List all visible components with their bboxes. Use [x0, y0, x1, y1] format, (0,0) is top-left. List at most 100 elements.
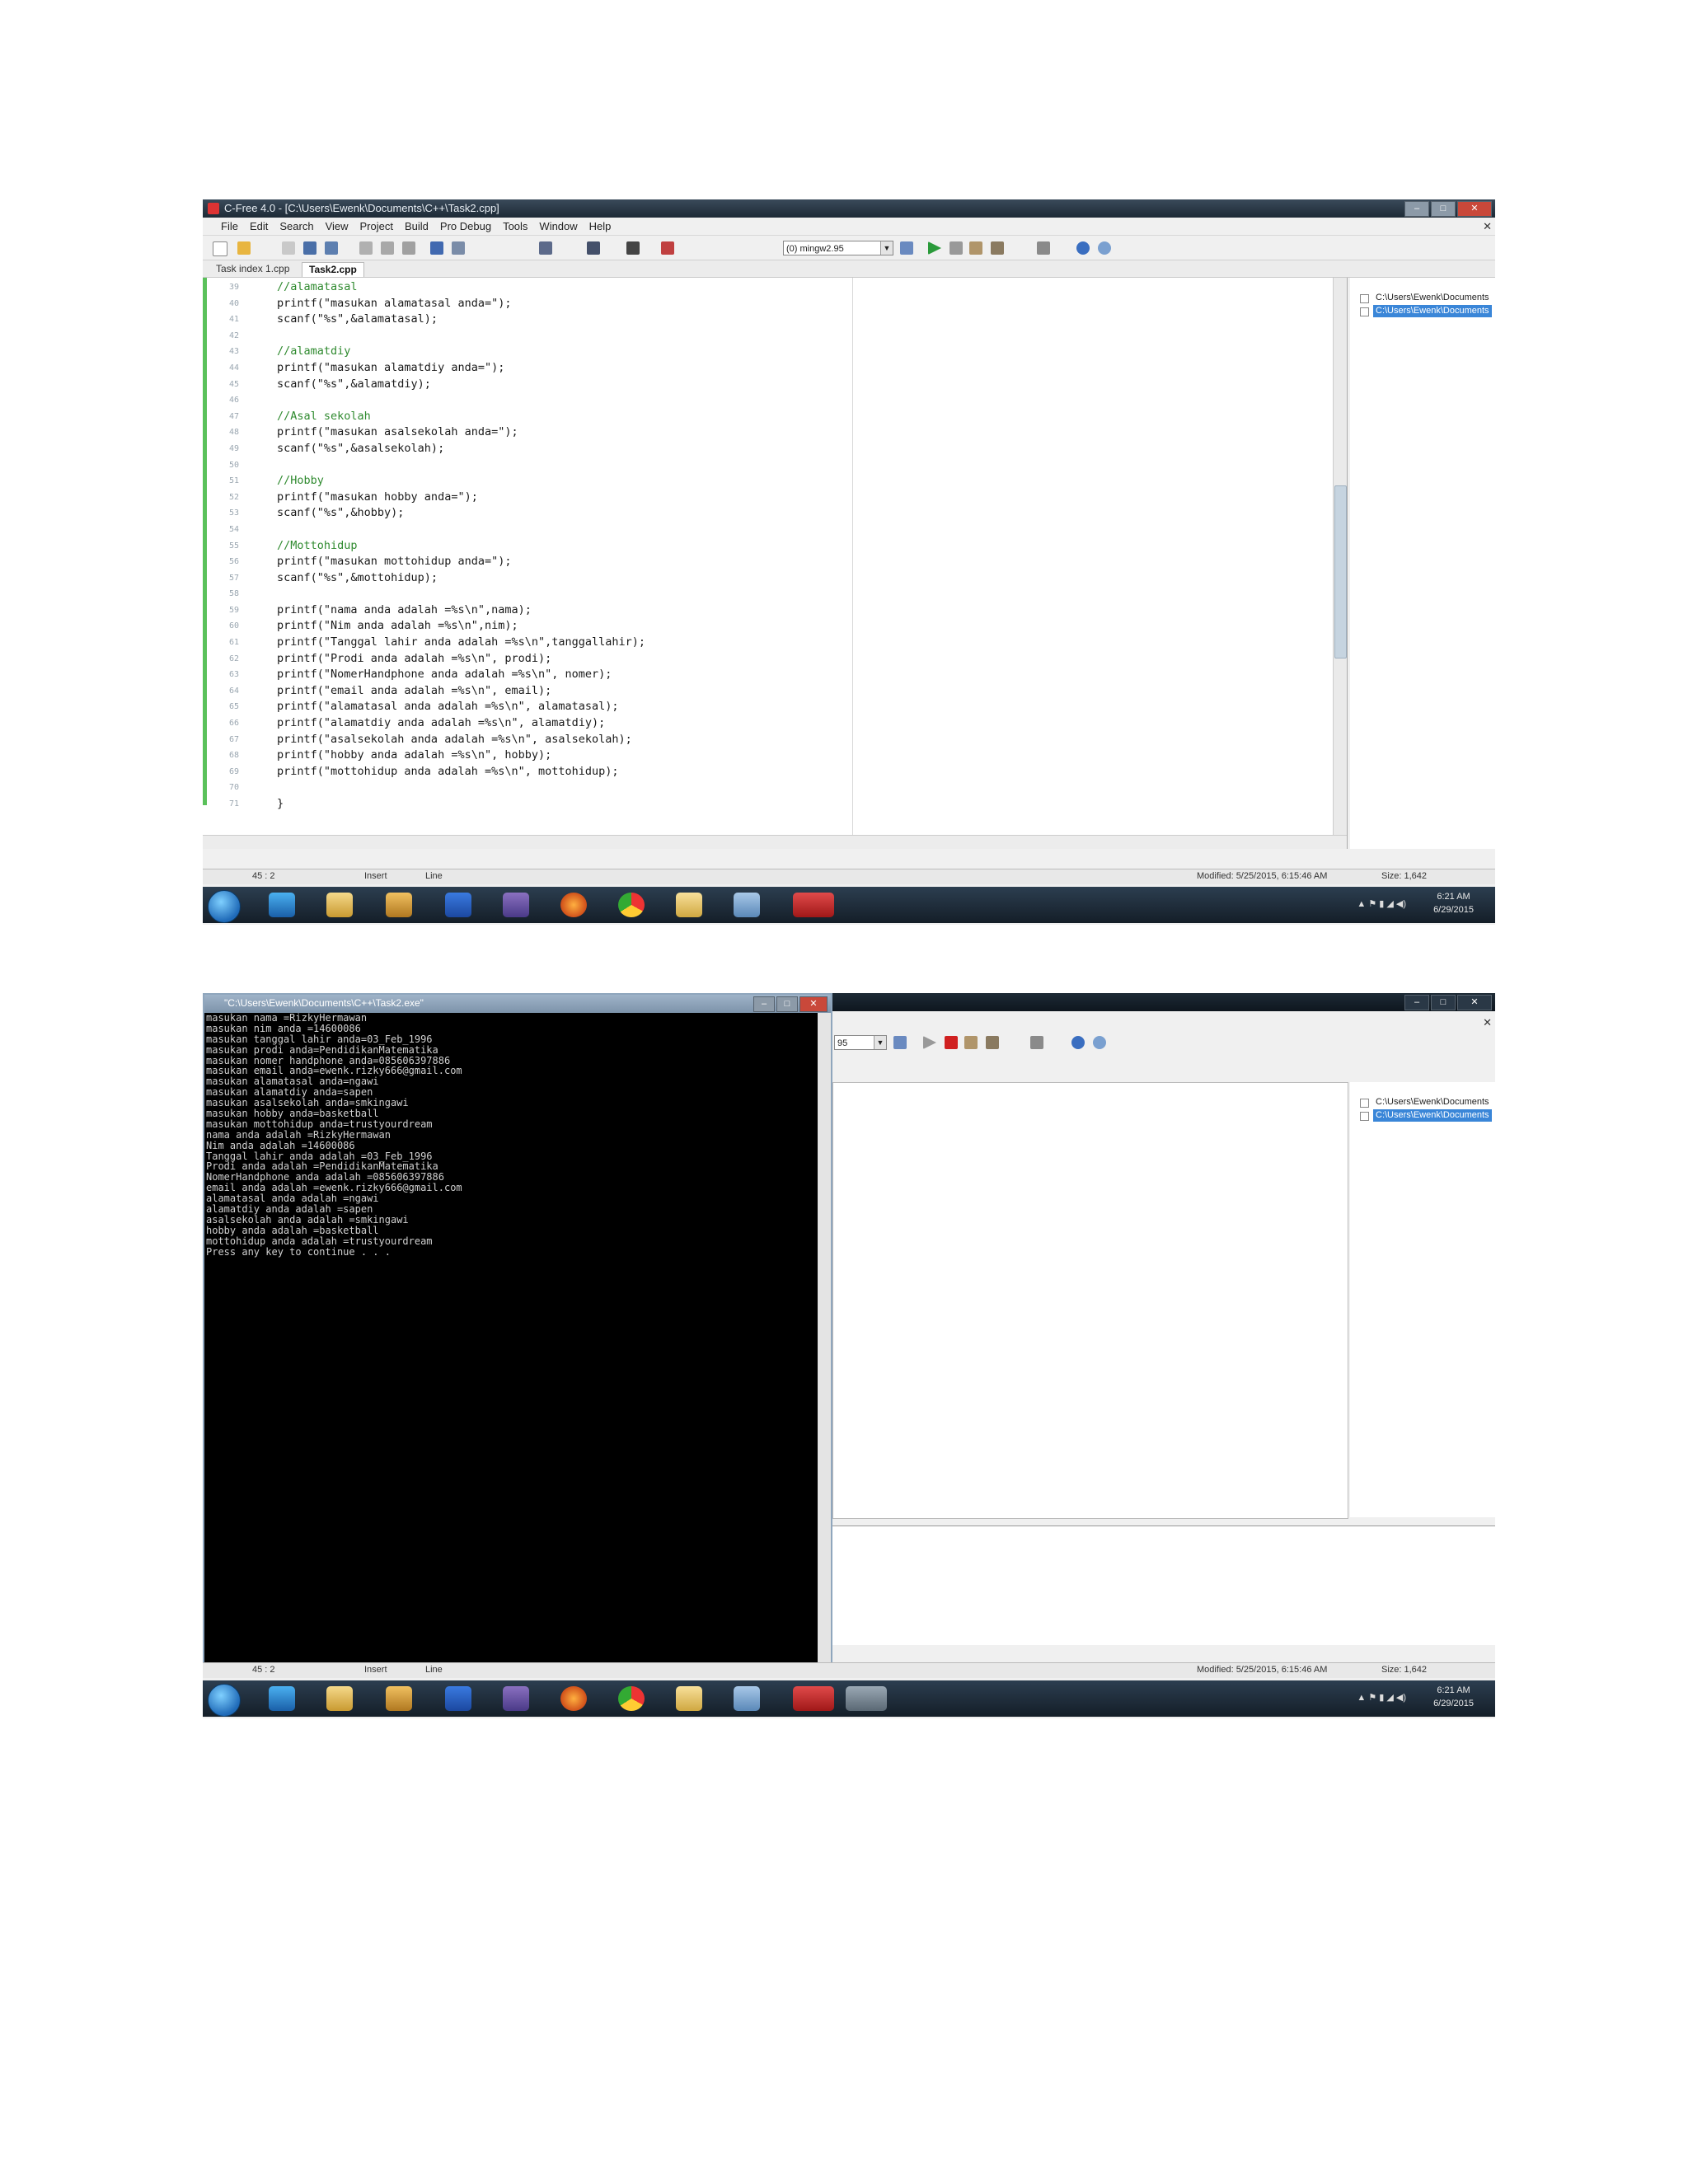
chrome-icon[interactable] [618, 893, 645, 917]
document-close-icon[interactable]: ✕ [1483, 1016, 1492, 1029]
cut-icon[interactable] [359, 241, 373, 255]
new-file-icon[interactable] [213, 241, 227, 256]
menu-project[interactable]: Project [360, 218, 393, 235]
tree-item-documents-selected[interactable]: C:\Users\Ewenk\Documents [1373, 1109, 1492, 1122]
start-button-icon[interactable] [208, 890, 241, 923]
breakpoint-icon[interactable] [1030, 1036, 1043, 1049]
vs-icon[interactable] [503, 893, 529, 917]
notepad-icon[interactable] [734, 893, 760, 917]
folder-icon[interactable] [676, 893, 702, 917]
console-scrollbar[interactable] [818, 1013, 831, 1669]
explorer-icon[interactable] [326, 1686, 353, 1711]
close-button[interactable]: ✕ [1457, 995, 1492, 1010]
step-over-icon[interactable] [986, 1036, 999, 1049]
code-text: scanf("%s",&alamatasal); [277, 312, 438, 326]
media-player-icon[interactable] [386, 893, 412, 917]
console-close-button[interactable]: ✕ [799, 996, 828, 1012]
toggle-icon[interactable] [661, 241, 674, 255]
paste-icon[interactable] [402, 241, 415, 255]
open-folder-icon[interactable] [237, 241, 251, 255]
info-icon[interactable] [1093, 1036, 1106, 1049]
firefox-icon[interactable] [560, 893, 587, 917]
menu-file[interactable]: File [221, 218, 238, 235]
console-minimize-button[interactable]: – [753, 996, 775, 1012]
compile-icon[interactable] [893, 1036, 907, 1049]
step-icon[interactable] [964, 1036, 978, 1049]
tree-expand-icon[interactable] [1360, 307, 1369, 316]
console-line: Press any key to continue . . . [206, 1245, 391, 1258]
editor-horizontal-scrollbar[interactable] [203, 835, 1347, 849]
info-icon[interactable] [1098, 241, 1111, 255]
run-icon[interactable] [923, 1036, 936, 1049]
menu-search[interactable]: Search [279, 218, 313, 235]
menu-window[interactable]: Window [539, 218, 577, 235]
breakpoint-icon[interactable] [1037, 241, 1050, 255]
compiler-select[interactable]: 95 ▼ [834, 1035, 887, 1050]
redo-icon[interactable] [452, 241, 465, 255]
console-maximize-button[interactable]: □ [776, 996, 798, 1012]
tree-item-documents[interactable]: C:\Users\Ewenk\Documents [1373, 1096, 1492, 1108]
step-icon[interactable] [969, 241, 982, 255]
system-tray-icons[interactable]: ▲ ⚑ ▮ ◢ ◀) [1357, 898, 1406, 909]
menu-help[interactable]: Help [589, 218, 612, 235]
cfree-icon[interactable] [793, 1686, 834, 1711]
menu-tools[interactable]: Tools [503, 218, 528, 235]
find-icon[interactable] [539, 241, 552, 255]
editor-scroll-thumb[interactable] [1334, 485, 1347, 658]
format-icon[interactable] [626, 241, 640, 255]
menu-debug[interactable]: Pro Debug [440, 218, 491, 235]
help-icon[interactable] [1076, 241, 1090, 255]
chrome-icon[interactable] [618, 1686, 645, 1711]
tab-task2[interactable]: Task2.cpp [302, 262, 364, 277]
code-editor[interactable]: 39 //alamatasal 40 printf("masukan alamatas… [203, 278, 1348, 849]
explorer-icon[interactable] [326, 893, 353, 917]
minimize-button[interactable]: – [1404, 995, 1429, 1010]
tree-expand-icon[interactable] [1360, 1099, 1369, 1108]
help-icon[interactable] [1071, 1036, 1085, 1049]
undo-icon[interactable] [430, 241, 443, 255]
system-tray-icons[interactable]: ▲ ⚑ ▮ ◢ ◀) [1357, 1692, 1406, 1703]
clock[interactable]: 6:21 AM 6/29/2015 [1433, 1684, 1474, 1710]
minimize-button[interactable]: – [1404, 201, 1429, 217]
start-button-icon[interactable] [208, 1684, 241, 1717]
run-icon[interactable] [928, 241, 941, 255]
stop-icon[interactable] [950, 241, 963, 255]
ie-icon[interactable] [269, 893, 295, 917]
stop-icon[interactable] [945, 1036, 958, 1049]
tree-expand-icon[interactable] [1360, 1112, 1369, 1121]
menu-build[interactable]: Build [405, 218, 429, 235]
tree-item-documents-selected[interactable]: C:\Users\Ewenk\Documents [1373, 305, 1492, 317]
firefox-icon[interactable] [560, 1686, 587, 1711]
copy-icon[interactable] [381, 241, 394, 255]
menu-edit[interactable]: Edit [250, 218, 268, 235]
tree-expand-icon[interactable] [1360, 294, 1369, 303]
save-icon[interactable] [303, 241, 316, 255]
step-over-icon[interactable] [991, 241, 1004, 255]
notepad-icon[interactable] [734, 1686, 760, 1711]
app-icon[interactable] [445, 893, 471, 917]
bookmark-icon[interactable] [587, 241, 600, 255]
app-icon[interactable] [445, 1686, 471, 1711]
save-all-icon[interactable] [282, 241, 295, 255]
compile-icon[interactable] [900, 241, 913, 255]
background-editor[interactable] [832, 1082, 1348, 1519]
folder-icon[interactable] [676, 1686, 702, 1711]
ie-icon[interactable] [269, 1686, 295, 1711]
maximize-button[interactable]: □ [1431, 201, 1456, 217]
print-icon[interactable] [325, 241, 338, 255]
close-button[interactable]: ✕ [1457, 201, 1492, 217]
editor-vertical-scrollbar[interactable] [1333, 278, 1347, 849]
maximize-button[interactable]: □ [1431, 995, 1456, 1010]
cfree-icon[interactable] [793, 893, 834, 917]
menu-view[interactable]: View [326, 218, 349, 235]
tab-task-index[interactable]: Task index 1.cpp [209, 262, 296, 276]
code-line: 63 printf("NomerHandphone anda adalah =%s… [203, 667, 1332, 683]
document-close-icon[interactable]: ✕ [1483, 220, 1492, 233]
media-player-icon[interactable] [386, 1686, 412, 1711]
vs-icon[interactable] [503, 1686, 529, 1711]
compiler-select[interactable]: (0) mingw2.95 ▼ [783, 241, 893, 255]
clock[interactable]: 6:21 AM 6/29/2015 [1433, 890, 1474, 916]
console-window[interactable]: "C:\Users\Ewenk\Documents\C++\Task2.exe"… [203, 993, 832, 1671]
tree-item-documents[interactable]: C:\Users\Ewenk\Documents [1373, 292, 1492, 304]
console-task-icon[interactable] [846, 1686, 887, 1711]
